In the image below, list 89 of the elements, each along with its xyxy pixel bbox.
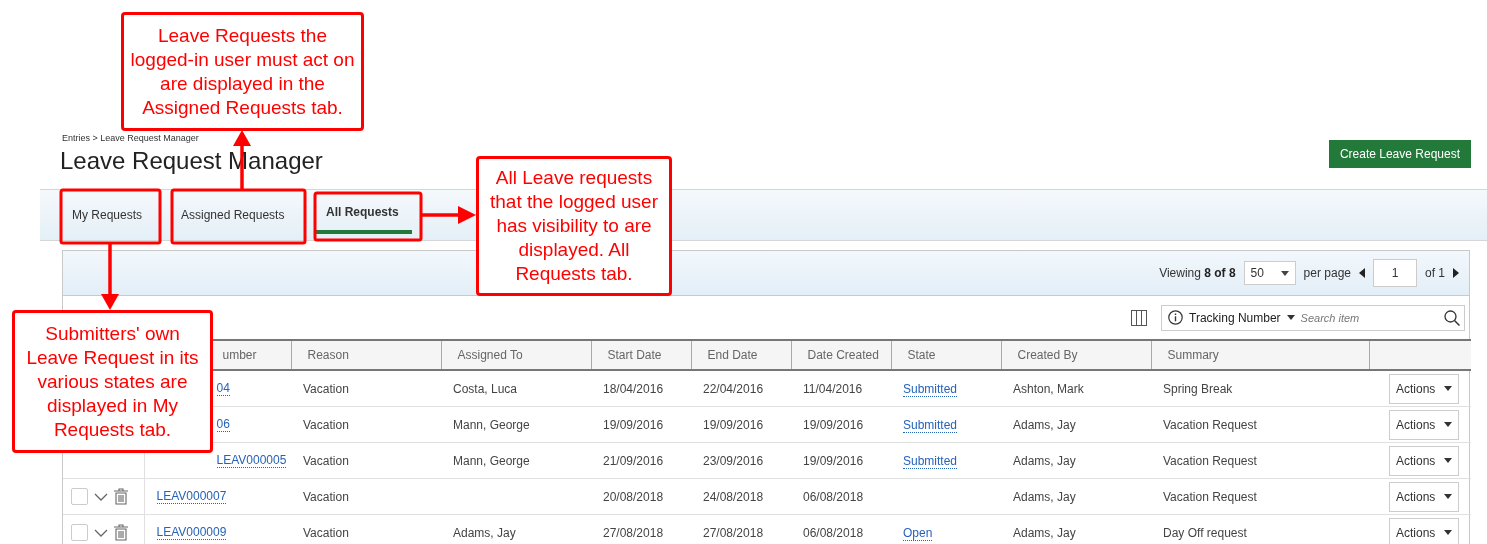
tracking-number-link[interactable]: LEAV000005 (216, 453, 287, 468)
table-cell: Ashton, Mark (1001, 370, 1151, 407)
callout-note: Submitters' own Leave Request in its various states are displayed in My Requests tab. (12, 310, 213, 453)
search-field-selector[interactable]: Tracking Number (1189, 310, 1281, 325)
caret-icon (1444, 494, 1452, 499)
table-cell: Mann, George (441, 406, 591, 443)
columns-icon[interactable] (1131, 309, 1147, 326)
column-header[interactable]: State (907, 348, 936, 362)
table-cell: Vacation (291, 442, 441, 479)
callout-note: Leave Requests the logged-in user must act on are displayed in the Assigned Requests tab. (121, 12, 364, 131)
column-header[interactable]: Reason (307, 348, 349, 362)
per-page-label: per page (1303, 266, 1351, 280)
tracking-number-link[interactable]: 04 (216, 381, 230, 396)
column-header[interactable]: Summary (1167, 348, 1219, 362)
column-header[interactable]: umber (222, 348, 257, 362)
info-icon (1168, 310, 1183, 325)
table-cell: Costa, Luca (441, 370, 591, 407)
table-cell: Spring Break (1151, 370, 1369, 407)
expand-chevron-icon[interactable] (94, 492, 108, 501)
expand-chevron-icon[interactable] (94, 528, 108, 537)
row-checkbox[interactable] (71, 488, 88, 505)
table-cell: 06/08/2018 (791, 478, 891, 515)
table-cell: 27/08/2018 (691, 514, 791, 544)
callout-arrow (101, 243, 119, 310)
table-cell: 24/08/2018 (691, 478, 791, 515)
table-cell: Vacation Request (1151, 478, 1369, 515)
actions-dropdown[interactable]: Actions (1389, 481, 1459, 512)
caret-icon (1444, 458, 1452, 463)
breadcrumb[interactable]: Entries > Leave Request Manager (62, 133, 1487, 143)
caret-icon (1444, 530, 1452, 535)
table-cell: 06/08/2018 (791, 514, 891, 544)
create-leave-request-button[interactable]: Create Leave Request (1328, 140, 1471, 168)
table-cell: Vacation (291, 478, 441, 515)
search-icon (1444, 309, 1460, 326)
table-cell: Day Off request (1151, 514, 1369, 544)
viewing-count: Viewing 8 of 8 (1159, 266, 1236, 280)
table-cell: 20/08/2018 (591, 478, 691, 515)
table-cell: Adams, Jay (1001, 442, 1151, 479)
caret-icon (1444, 386, 1452, 391)
tab[interactable]: Assigned Requests (171, 190, 305, 240)
column-header[interactable]: Created By (1017, 348, 1078, 362)
search-field[interactable]: Tracking Number Search item (1161, 304, 1465, 331)
state-link[interactable]: Submitted (903, 453, 958, 469)
table-cell: 19/09/2016 (791, 442, 891, 479)
table-cell: Adams, Jay (1001, 514, 1151, 544)
caret-icon (1286, 315, 1295, 320)
state-link[interactable]: Submitted (903, 417, 958, 433)
table-cell: 18/04/2016 (591, 370, 691, 407)
page-count: of 1 (1425, 266, 1445, 280)
table-cell: Adams, Jay (441, 514, 591, 544)
search-placeholder: Search item (1300, 311, 1361, 324)
table-cell: 11/04/2016 (791, 370, 891, 407)
table-cell: 23/09/2016 (691, 442, 791, 479)
table-cell: Vacation (291, 406, 441, 443)
table-cell: Adams, Jay (1001, 406, 1151, 443)
caret-icon (1280, 270, 1289, 276)
caret-icon (1444, 422, 1452, 427)
actions-dropdown[interactable]: Actions (1389, 445, 1459, 476)
trash-icon[interactable] (114, 488, 128, 505)
actions-dropdown[interactable]: Actions (1389, 517, 1459, 544)
table-cell: Vacation Request (1151, 442, 1369, 479)
table-cell: 22/04/2016 (691, 370, 791, 407)
table-cell: 27/08/2018 (591, 514, 691, 544)
table-cell: Mann, George (441, 442, 591, 479)
callout-note: All Leave requests that the logged user has visibility to are displayed. All Requests tab. (476, 156, 672, 296)
table-cell: 19/09/2016 (691, 406, 791, 443)
table-cell: Vacation Request (1151, 406, 1369, 443)
table-cell: Vacation (291, 370, 441, 407)
callout-arrow (421, 206, 476, 224)
tab[interactable]: My Requests (62, 190, 160, 240)
table-cell: Adams, Jay (1001, 478, 1151, 515)
actions-dropdown[interactable]: Actions (1389, 373, 1459, 404)
table-cell: 21/09/2016 (591, 442, 691, 479)
actions-dropdown[interactable]: Actions (1389, 409, 1459, 440)
table-cell: 19/09/2016 (591, 406, 691, 443)
tracking-number-link[interactable]: LEAV000009 (156, 525, 227, 540)
tracking-number-link[interactable]: 06 (216, 417, 230, 432)
tracking-number-link[interactable]: LEAV000007 (156, 489, 227, 504)
page-number-field[interactable]: 1 (1373, 259, 1417, 287)
state-link[interactable]: Submitted (903, 381, 958, 397)
table-cell: Vacation (291, 514, 441, 544)
previous-page-icon[interactable] (1359, 268, 1365, 278)
trash-icon[interactable] (114, 524, 128, 541)
row-checkbox[interactable] (71, 524, 88, 541)
next-page-icon[interactable] (1453, 268, 1459, 278)
table-cell: 19/09/2016 (791, 406, 891, 443)
state-link[interactable]: Open (903, 525, 933, 541)
per-page-select[interactable]: 50 (1243, 261, 1296, 285)
tab[interactable]: All Requests (316, 188, 412, 234)
